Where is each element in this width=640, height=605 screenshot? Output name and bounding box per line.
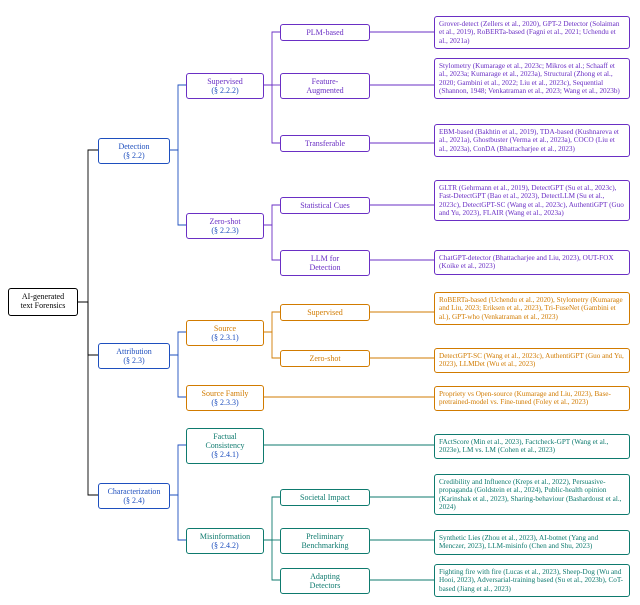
refs: GLTR (Gehrmann et al., 2019), DetectGPT …: [439, 184, 624, 217]
node-zeroshot-detection: Zero-shot (§ 2.2.3): [186, 213, 264, 239]
root-label: AI-generatedtext Forensics: [21, 292, 66, 310]
leaf-factual: FActScore (Min et al., 2023), Factcheck-…: [434, 434, 630, 459]
node-statistical-cues: Statistical Cues: [280, 197, 370, 214]
node-source-zeroshot: Zero-shot: [280, 350, 370, 367]
label: Zero-shot: [209, 217, 240, 226]
leaf-transferable: EBM-based (Bakhtin et al., 2019), TDA-ba…: [434, 124, 630, 157]
label: Zero-shot: [309, 354, 340, 363]
taxonomy-diagram: { "root": { "label": "AI-generated\ntext…: [0, 0, 640, 605]
node-source: Source (§ 2.3.1): [186, 320, 264, 346]
node-source-supervised: Supervised: [280, 304, 370, 321]
node-feature-augmented: Feature-Augmented: [280, 73, 370, 99]
section-link[interactable]: (§ 2.2): [123, 151, 144, 160]
node-plm-based: PLM-based: [280, 24, 370, 41]
section-link[interactable]: (§ 2.3.1): [211, 333, 238, 342]
section-link[interactable]: (§ 2.3.3): [211, 398, 238, 407]
label: PreliminaryBenchmarking: [301, 532, 348, 550]
label: Transferable: [305, 139, 345, 148]
leaf-societal: Credibility and Influence (Kreps et al.,…: [434, 474, 630, 515]
section-link[interactable]: (§ 2.4): [123, 496, 144, 505]
node-factual-consistency: FactualConsistency (§ 2.4.1): [186, 428, 264, 464]
leaf-prelim: Synthetic Lies (Zhou et al., 2023), AI-b…: [434, 530, 630, 555]
node-supervised: Supervised (§ 2.2.2): [186, 73, 264, 99]
refs: Grover-detect (Zellers et al., 2020), GP…: [439, 20, 619, 45]
label: Misinformation: [200, 532, 250, 541]
leaf-statistical-cues: GLTR (Gehrmann et al., 2019), DetectGPT …: [434, 180, 630, 221]
leaf-source-zeroshot: DetectGPT-SC (Wang et al., 2023c), Authe…: [434, 348, 630, 373]
section-link[interactable]: (§ 2.3): [123, 356, 144, 365]
refs: Credibility and Influence (Kreps et al.,…: [439, 478, 621, 511]
node-llm-for-detection: LLM forDetection: [280, 250, 370, 276]
label: LLM forDetection: [309, 254, 340, 272]
root-node: AI-generatedtext Forensics: [8, 288, 78, 316]
label: Societal Impact: [300, 493, 350, 502]
label: Characterization: [108, 487, 161, 496]
refs: RoBERTa-based (Uchendu et al., 2020), St…: [439, 296, 623, 321]
node-attribution: Attribution (§ 2.3): [98, 343, 170, 369]
label: Supervised: [307, 308, 343, 317]
refs: Synthetic Lies (Zhou et al., 2023), AI-b…: [439, 534, 598, 550]
node-preliminary-benchmarking: PreliminaryBenchmarking: [280, 528, 370, 554]
node-characterization: Characterization (§ 2.4): [98, 483, 170, 509]
label: Supervised: [207, 77, 243, 86]
refs: FActScore (Min et al., 2023), Factcheck-…: [439, 438, 608, 454]
node-adapting-detectors: AdaptingDetectors: [280, 568, 370, 594]
node-societal-impact: Societal Impact: [280, 489, 370, 506]
refs: Stylometry (Kumarage et al., 2023c; Mikr…: [439, 62, 620, 95]
refs: ChatGPT-detector (Bhattacharjee and Liu,…: [439, 254, 614, 270]
node-misinformation: Misinformation (§ 2.4.2): [186, 528, 264, 554]
label: Attribution: [116, 347, 152, 356]
leaf-source-family: Propriety vs Open-source (Kumarage and L…: [434, 386, 630, 411]
leaf-feature: Stylometry (Kumarage et al., 2023c; Mikr…: [434, 58, 630, 99]
section-link[interactable]: (§ 2.2.2): [211, 86, 238, 95]
label: PLM-based: [306, 28, 343, 37]
section-link[interactable]: (§ 2.4.1): [211, 450, 238, 459]
node-transferable: Transferable: [280, 135, 370, 152]
label: Detection: [118, 142, 149, 151]
leaf-plm: Grover-detect (Zellers et al., 2020), GP…: [434, 16, 630, 49]
section-link[interactable]: (§ 2.4.2): [211, 541, 238, 550]
refs: DetectGPT-SC (Wang et al., 2023c), Authe…: [439, 352, 624, 368]
leaf-llm-for-detection: ChatGPT-detector (Bhattacharjee and Liu,…: [434, 250, 630, 275]
node-source-family: Source Family (§ 2.3.3): [186, 385, 264, 411]
leaf-source-supervised: RoBERTa-based (Uchendu et al., 2020), St…: [434, 292, 630, 325]
label: Feature-Augmented: [306, 77, 343, 95]
label: Source: [214, 324, 236, 333]
refs: EBM-based (Bakhtin et al., 2019), TDA-ba…: [439, 128, 619, 153]
label: FactualConsistency: [205, 432, 244, 450]
node-detection: Detection (§ 2.2): [98, 138, 170, 164]
section-link[interactable]: (§ 2.2.3): [211, 226, 238, 235]
leaf-adapting: Fighting fire with fire (Lucas et al., 2…: [434, 564, 630, 597]
label: AdaptingDetectors: [310, 572, 341, 590]
refs: Propriety vs Open-source (Kumarage and L…: [439, 390, 611, 406]
label: Statistical Cues: [300, 201, 350, 210]
label: Source Family: [202, 389, 249, 398]
refs: Fighting fire with fire (Lucas et al., 2…: [439, 568, 623, 593]
